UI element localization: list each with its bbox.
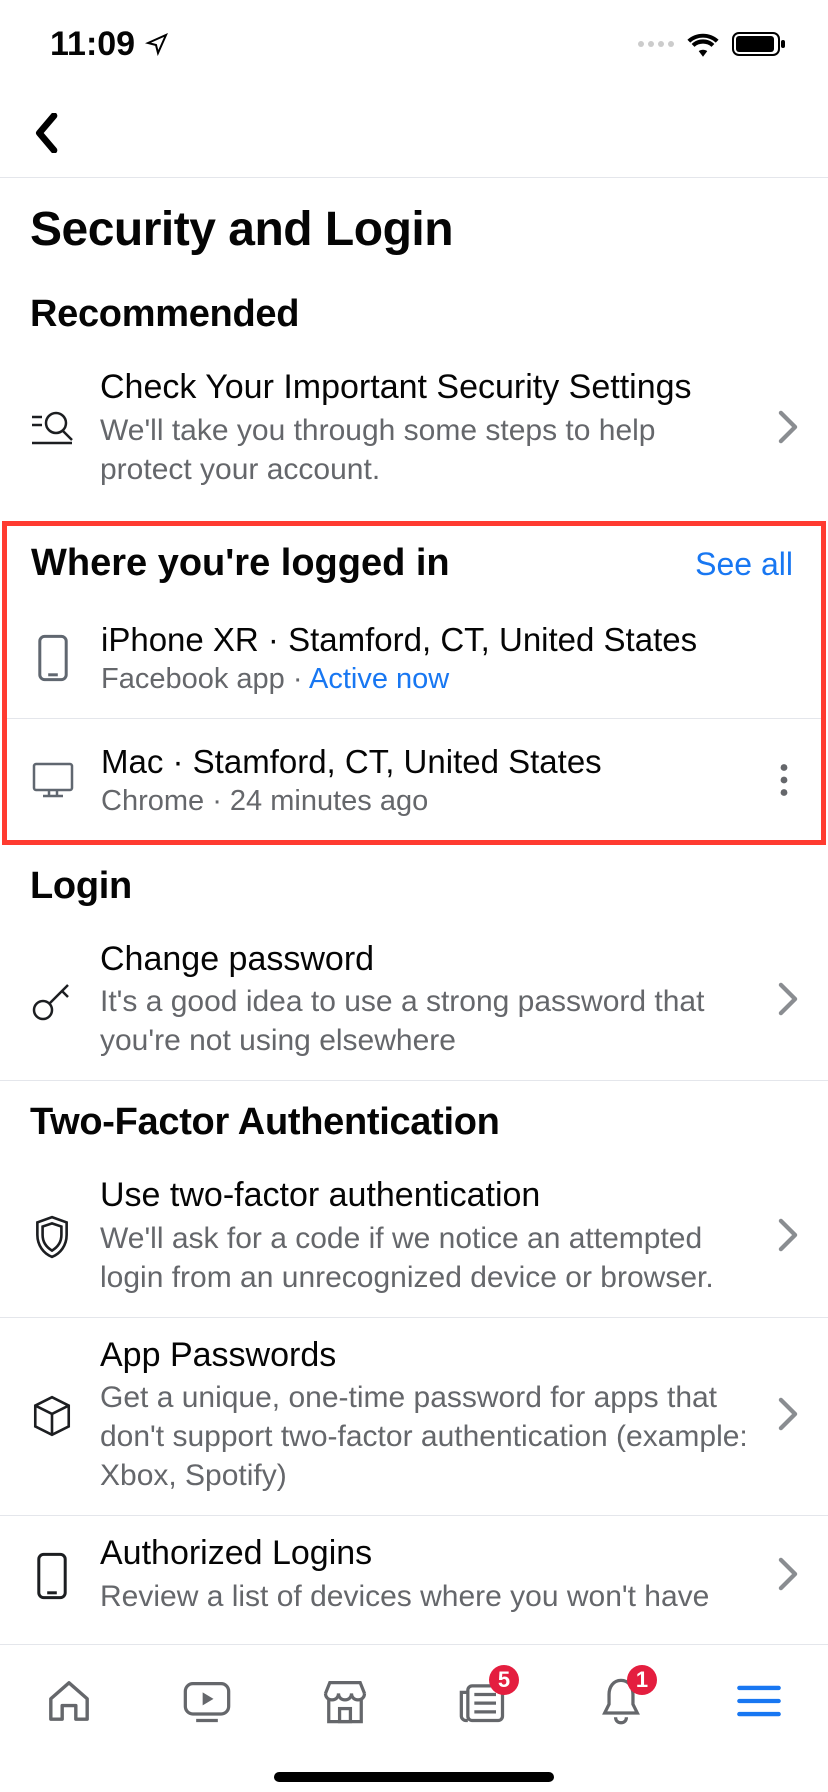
- chevron-right-icon: [778, 1218, 798, 1252]
- session-device: iPhone XR · Stamford, CT, United States: [101, 621, 793, 659]
- status-bar: 11:09: [0, 0, 828, 88]
- authorized-logins-sub: Review a list of devices where you won't…: [100, 1575, 752, 1616]
- news-badge: 5: [489, 1665, 519, 1695]
- phone-icon: [31, 634, 75, 682]
- chevron-right-icon: [778, 982, 798, 1016]
- back-button[interactable]: [26, 113, 66, 153]
- recommended-item-sub: We'll take you through some steps to hel…: [100, 409, 752, 489]
- phone-icon: [30, 1548, 74, 1600]
- authorized-logins-item[interactable]: Authorized Logins Review a list of devic…: [0, 1516, 828, 1636]
- section-heading-login: Login: [0, 865, 828, 922]
- section-heading-twofa: Two-Factor Authentication: [0, 1101, 828, 1158]
- session-detail: Chrome · 24 minutes ago: [101, 781, 749, 818]
- session-row[interactable]: Mac · Stamford, CT, United States Chrome…: [7, 718, 821, 840]
- desktop-icon: [31, 760, 75, 800]
- watch-icon: [181, 1679, 233, 1723]
- notifications-badge: 1: [627, 1665, 657, 1695]
- recommended-item-title: Check Your Important Security Settings: [100, 366, 752, 409]
- authorized-logins-title: Authorized Logins: [100, 1532, 752, 1575]
- status-time: 11:09: [50, 25, 135, 64]
- session-device: Mac · Stamford, CT, United States: [101, 743, 749, 781]
- location-icon: [145, 32, 169, 56]
- tab-notifications[interactable]: 1: [581, 1671, 661, 1731]
- section-heading-logged-in: Where you're logged in: [31, 542, 450, 585]
- logged-in-box: Where you're logged in See all iPhone XR…: [2, 521, 826, 845]
- hamburger-icon: [735, 1683, 783, 1719]
- checklist-search-icon: [30, 405, 74, 449]
- page-title: Security and Login: [0, 178, 828, 293]
- wifi-icon: [686, 31, 720, 57]
- chevron-right-icon: [778, 1397, 798, 1431]
- status-right: [638, 31, 788, 57]
- tab-watch[interactable]: [167, 1671, 247, 1731]
- bottom-tab-bar: 5 1: [0, 1644, 828, 1756]
- app-passwords-title: App Passwords: [100, 1334, 752, 1377]
- session-row[interactable]: iPhone XR · Stamford, CT, United States …: [7, 597, 821, 718]
- chevron-right-icon: [778, 410, 798, 444]
- battery-icon: [732, 31, 788, 57]
- page-header: [0, 88, 828, 178]
- recommended-item[interactable]: Check Your Important Security Settings W…: [0, 350, 828, 509]
- use-twofa-sub: We'll ask for a code if we notice an att…: [100, 1217, 752, 1297]
- app-passwords-item[interactable]: App Passwords Get a unique, one-time pas…: [0, 1318, 828, 1517]
- home-indicator: [274, 1772, 554, 1782]
- app-passwords-sub: Get a unique, one-time password for apps…: [100, 1376, 752, 1495]
- status-left: 11:09: [50, 25, 169, 64]
- dots-vertical-icon: [779, 763, 789, 797]
- section-heading-recommended: Recommended: [0, 293, 828, 350]
- marketplace-icon: [319, 1676, 371, 1726]
- change-password-title: Change password: [100, 938, 752, 981]
- use-twofa-title: Use two-factor authentication: [100, 1174, 752, 1217]
- active-now-label: Active now: [309, 663, 449, 695]
- tab-menu[interactable]: [719, 1671, 799, 1731]
- signal-dots-icon: [638, 41, 674, 47]
- chevron-left-icon: [32, 113, 60, 153]
- chevron-right-icon: [778, 1557, 798, 1591]
- session-detail: Facebook app · Active now: [101, 659, 793, 696]
- tab-home[interactable]: [29, 1671, 109, 1731]
- shield-icon: [30, 1210, 74, 1260]
- tab-marketplace[interactable]: [305, 1671, 385, 1731]
- see-all-link[interactable]: See all: [695, 546, 793, 583]
- change-password-sub: It's a good idea to use a strong passwor…: [100, 980, 752, 1060]
- change-password-item[interactable]: Change password It's a good idea to use …: [0, 922, 828, 1082]
- session-menu-button[interactable]: [775, 757, 793, 803]
- use-twofa-item[interactable]: Use two-factor authentication We'll ask …: [0, 1158, 828, 1318]
- key-icon: [30, 975, 74, 1023]
- content: Security and Login Recommended Check You…: [0, 178, 828, 1640]
- cube-icon: [30, 1389, 74, 1439]
- tab-news[interactable]: 5: [443, 1671, 523, 1731]
- home-icon: [44, 1676, 94, 1726]
